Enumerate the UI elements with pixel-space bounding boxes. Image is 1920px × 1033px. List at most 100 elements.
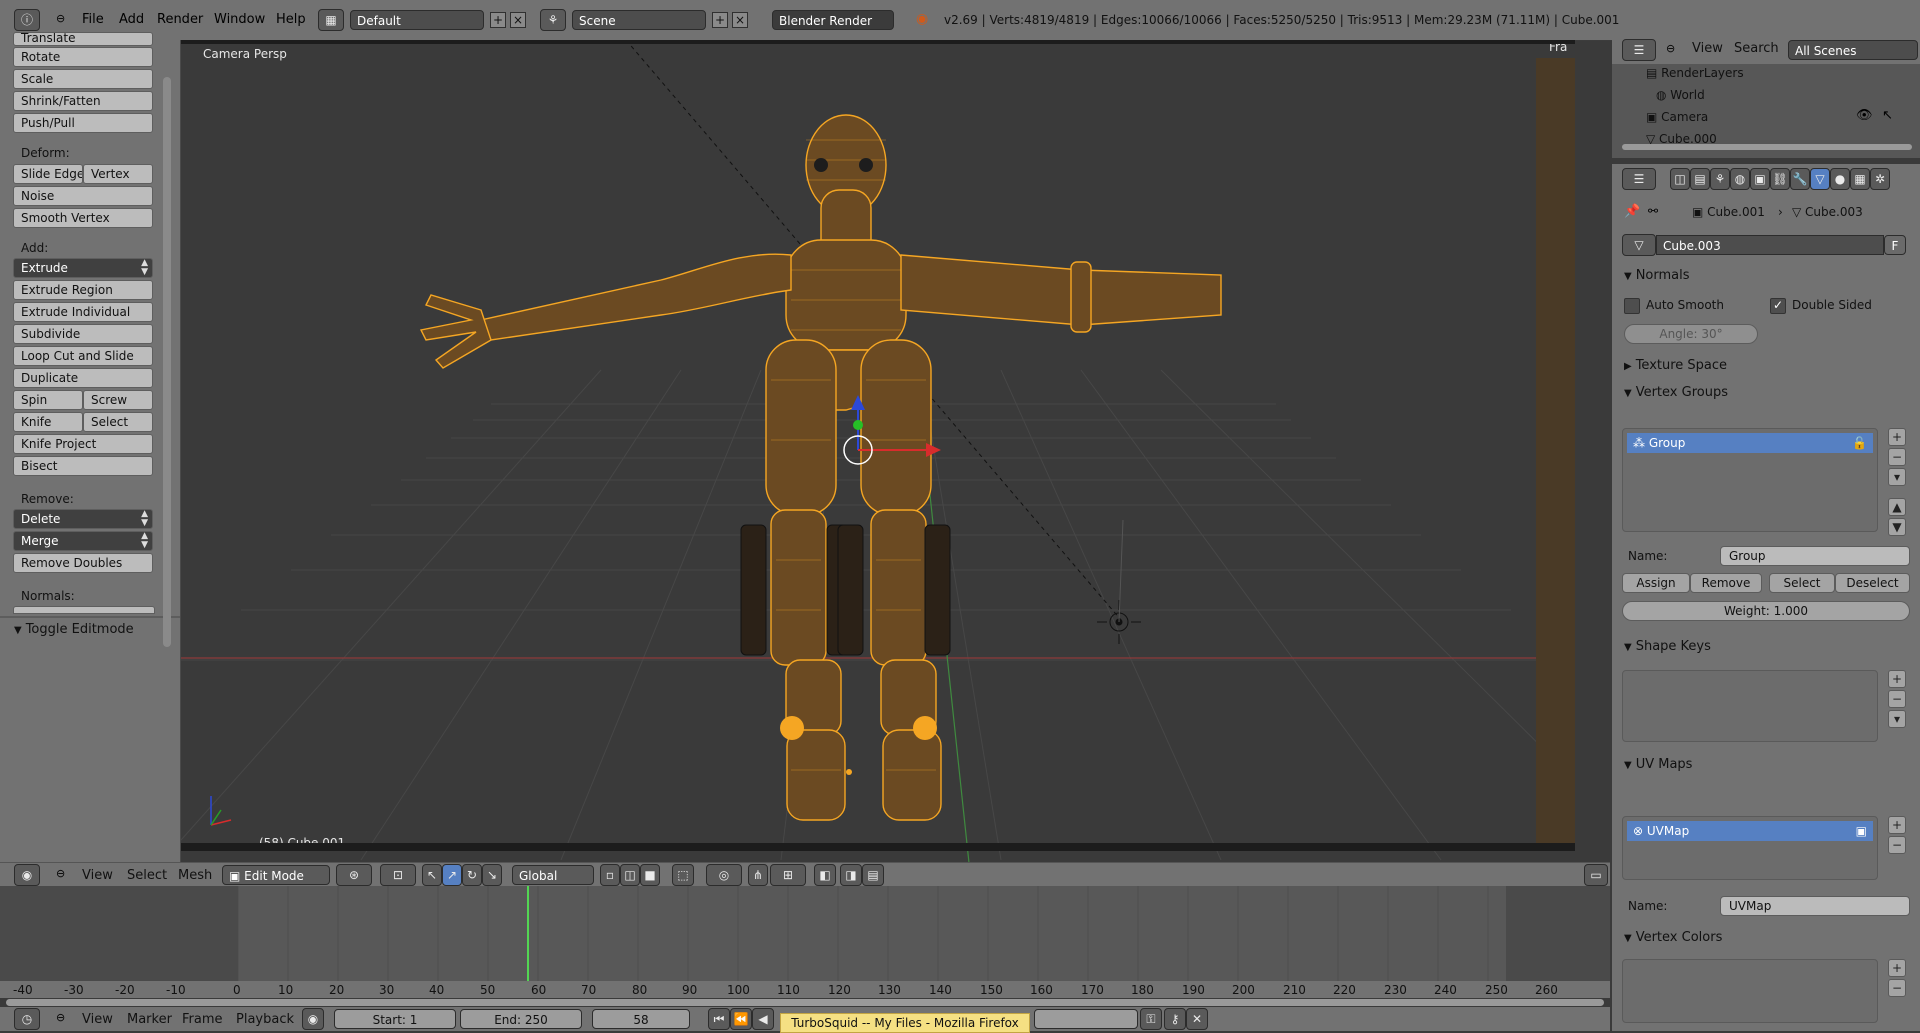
shape-keys-list[interactable] [1622,670,1878,742]
slide-edge-button[interactable]: Slide Edge [13,164,83,184]
collapse-icon[interactable]: ⊖ [1666,42,1675,55]
camera-render-icon[interactable]: ▣ [1856,821,1867,841]
snap-icon[interactable]: ⊡ [380,864,416,886]
translate-button[interactable]: Translate [13,32,153,46]
vertex-group-name-field[interactable]: Group [1720,546,1910,566]
world-tab-icon[interactable]: ◍ [1730,168,1750,190]
screen-layout-field[interactable]: Default [350,10,484,30]
occlude-geometry-icon[interactable]: ⬚ [672,864,694,886]
knife-project-button[interactable]: Knife Project [13,434,153,454]
start-frame-field[interactable]: Start: 1 [334,1009,456,1029]
end-frame-field[interactable]: End: 250 [460,1009,582,1029]
uv-maps-list[interactable]: ⊗ UVMap ▣ [1622,816,1878,880]
move-up-icon[interactable]: ▲ [1888,498,1906,516]
scene-field[interactable]: Scene [572,10,706,30]
outliner-item-camera[interactable]: ▣ Camera [1646,110,1708,124]
remove-scene-icon[interactable]: × [732,12,748,28]
menu-mesh[interactable]: Mesh [178,868,212,883]
menu-help[interactable]: Help [276,12,306,27]
magnet-icon[interactable]: ⋔ [748,864,768,886]
face-select-icon[interactable]: ■ [640,864,660,886]
recalculate-button-cut[interactable] [13,606,155,614]
3d-viewport[interactable]: Camera Persp (58) Cube.001 Fra [181,40,1575,863]
render-engine-select[interactable]: Blender Render [772,10,894,30]
translate-manipulator-icon[interactable]: ↗ [442,864,462,886]
outliner-item-world[interactable]: ◍ World [1656,88,1705,102]
record-icon[interactable]: ◉ [302,1008,324,1030]
rotate-button[interactable]: Rotate [13,47,153,67]
toggle-editmode-panel[interactable]: ▼ Toggle Editmode [14,622,134,637]
select-cursor-icon[interactable]: ↖ [1882,108,1893,123]
extrude-individual-button[interactable]: Extrude Individual [13,302,153,322]
constraints-tab-icon[interactable]: ⛓ [1770,168,1790,190]
vertex-colors-panel-header[interactable]: ▼ Vertex Colors [1624,930,1722,945]
rotate-manipulator-icon[interactable]: ↻ [462,864,482,886]
texture-tab-icon[interactable]: ▦ [1850,168,1870,190]
editor-type-icon[interactable]: ◉ [14,864,40,886]
menu-view[interactable]: View [82,1012,113,1027]
remove-vertex-color-icon[interactable]: − [1888,979,1906,997]
vertex-select-icon[interactable]: ▫ [600,864,620,886]
shape-key-specials-icon[interactable]: ▾ [1888,710,1906,728]
duplicate-button[interactable]: Duplicate [13,368,153,388]
merge-dropdown[interactable]: Merge ▲ ▼ [13,531,153,551]
particles-tab-icon[interactable]: ✲ [1870,168,1890,190]
menu-render[interactable]: Render [157,12,203,27]
menu-view[interactable]: View [82,868,113,883]
toolshelf-scrollbar[interactable] [163,77,171,647]
uv-maps-panel-header[interactable]: ▼ UV Maps [1624,757,1692,772]
mesh-browse-icon[interactable]: ▽ [1622,234,1656,256]
mode-select[interactable]: ▣ Edit Mode [222,865,330,885]
remove-shape-key-icon[interactable]: − [1888,690,1906,708]
uv-map-item[interactable]: ⊗ UVMap ▣ [1627,821,1873,841]
remove-layout-icon[interactable]: × [510,12,526,28]
info-editor-type-icon[interactable]: ⓘ [14,9,40,31]
vertex-group-item[interactable]: ⁂ Group 🔓 [1627,433,1873,453]
lock-icon[interactable]: 🔓 [1852,433,1867,453]
outliner-item-renderlayers[interactable]: ▤ RenderLayers [1646,66,1744,80]
add-layout-icon[interactable]: + [490,12,506,28]
scale-manipulator-icon[interactable]: ↘ [482,864,502,886]
menu-file[interactable]: File [82,12,104,27]
weight-field[interactable]: Weight: 1.000 [1622,601,1910,621]
spin-button[interactable]: Spin [13,390,83,410]
move-down-icon[interactable]: ▼ [1888,518,1906,536]
visibility-eye-icon[interactable]: 👁 [1856,108,1873,123]
vertex-group-list[interactable]: ⁂ Group 🔓 [1622,428,1878,532]
render-tab-icon[interactable]: ◫ [1670,168,1690,190]
shape-keys-panel-header[interactable]: ▼ Shape Keys [1624,639,1711,654]
select-button[interactable]: Select [1769,573,1835,593]
insert-keyframe-icon[interactable]: ⚷ [1164,1008,1186,1030]
remove-vertex-group-icon[interactable]: − [1888,448,1906,466]
menu-frame[interactable]: Frame [182,1012,223,1027]
deselect-button[interactable]: Deselect [1835,573,1910,593]
outliner-item-cube[interactable]: ▽ Cube.000 [1646,132,1717,144]
fake-user-button[interactable]: F [1884,235,1906,255]
remove-uv-map-icon[interactable]: − [1888,836,1906,854]
current-frame-field[interactable]: 58 [592,1009,690,1029]
push-pull-button[interactable]: Push/Pull [13,113,153,133]
data-tab-icon[interactable]: ▽ [1810,168,1830,190]
display-mode-select[interactable]: All Scenes [1788,40,1918,60]
jump-keyframe-prev-icon[interactable]: ⏪ [730,1008,752,1030]
vertex-colors-list[interactable] [1622,959,1878,1023]
outliner-menu-search[interactable]: Search [1734,41,1779,56]
object-tab-icon[interactable]: ▣ [1750,168,1770,190]
keying-set-icon[interactable]: ⚿ [1140,1008,1162,1030]
loop-cut-button[interactable]: Loop Cut and Slide [13,346,153,366]
knife-select-button[interactable]: Select [83,412,153,432]
material-tab-icon[interactable]: ● [1830,168,1850,190]
remove-button[interactable]: Remove [1690,573,1762,593]
slide-vertex-button[interactable]: Vertex [83,164,153,184]
timeline-scrollbar[interactable] [6,999,1604,1006]
snap-element-icon[interactable]: ⊞ [770,864,806,886]
modifiers-tab-icon[interactable]: 🔧 [1790,168,1810,190]
extrude-region-button[interactable]: Extrude Region [13,280,153,300]
scene-tab-icon[interactable]: ⚘ [1710,168,1730,190]
knife-button[interactable]: Knife [13,412,83,432]
add-vertex-group-icon[interactable]: + [1888,428,1906,446]
current-frame-marker[interactable] [527,886,529,986]
double-sided-checkbox[interactable]: ✓ [1770,298,1786,314]
maximize-icon[interactable]: ▭ [1584,864,1608,886]
render-animation-icon[interactable]: ◨ [840,864,862,886]
